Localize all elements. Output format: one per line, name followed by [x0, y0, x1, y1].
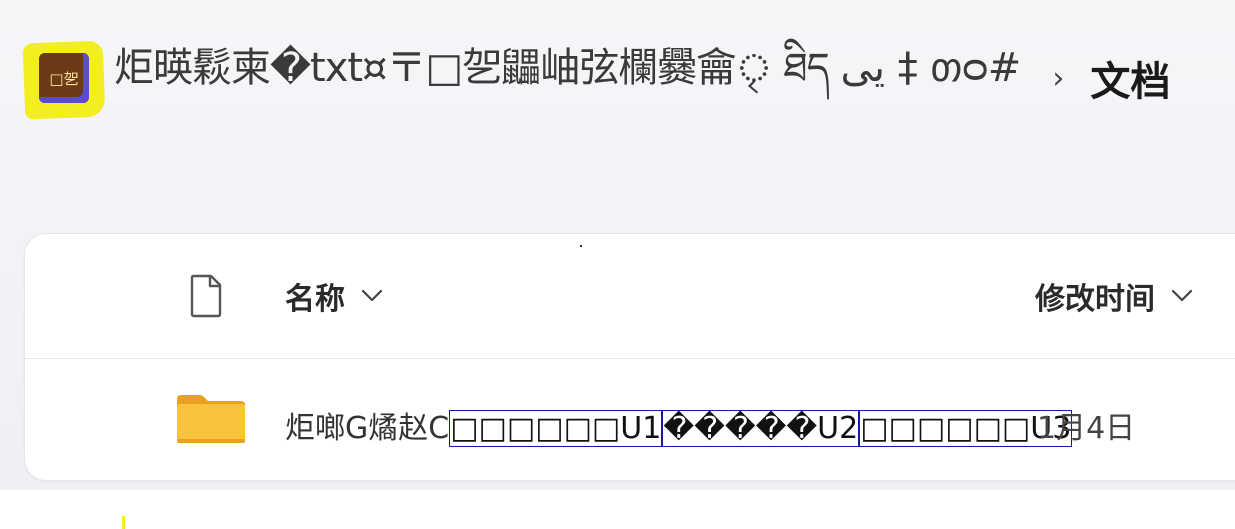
chevron-down-icon — [361, 289, 383, 302]
table-row[interactable]: 炬啷G燏赵C□□□□□□U1�����U2□□□□□□U3 1月4日 — [25, 359, 1235, 479]
file-list-header: 名称 修改时间 — [25, 234, 1235, 359]
highlight-cursor-mark — [122, 516, 125, 529]
folder-icon — [177, 395, 245, 443]
file-name-prefix: 炬啷G燏赵C — [285, 411, 450, 446]
breadcrumb-separator-icon: › — [1052, 60, 1065, 96]
file-name[interactable]: 炬啷G燏赵C□□□□□□U1�����U2□□□□□□U3 — [285, 403, 1073, 447]
breadcrumb: □乫 炬暎鬏柬�txt¤〒□乫鼺岫弦欄爨龠ৃ ཐིད يى ‡ თᴑ# › 文档 — [22, 36, 1170, 120]
column-header-name[interactable]: 名称 — [285, 274, 383, 318]
avatar-wrap[interactable]: □乫 — [22, 36, 106, 120]
breadcrumb-current: 文档 — [1090, 59, 1171, 105]
file-name-part-1: □□□□□□U1 — [449, 410, 663, 447]
chevron-down-icon — [1171, 289, 1193, 302]
file-browser-page: □乫 炬暎鬏柬�txt¤〒□乫鼺岫弦欄爨龠ৃ ཐིད يى ‡ თᴑ# › 文档… — [0, 0, 1235, 529]
breadcrumb-root[interactable]: 炬暎鬏柬�txt¤〒□乫鼺岫弦欄爨龠ৃ ཐིད يى ‡ თᴑ# — [114, 22, 1021, 135]
file-list-card: 名称 修改时间 炬啷G燏赵C□□□□□□U1�����U2□□□□□□U3 1月… — [24, 233, 1235, 481]
column-name-label: 名称 — [285, 282, 345, 317]
column-modified-label: 修改时间 — [1035, 282, 1155, 317]
column-header-modified[interactable]: 修改时间 — [1035, 274, 1193, 318]
file-icon[interactable] — [189, 274, 223, 318]
file-modified-date: 1月4日 — [1037, 411, 1136, 446]
bottom-strip — [0, 490, 1235, 529]
avatar[interactable]: □乫 — [39, 53, 89, 103]
file-name-part-2: �����U2 — [662, 410, 860, 447]
